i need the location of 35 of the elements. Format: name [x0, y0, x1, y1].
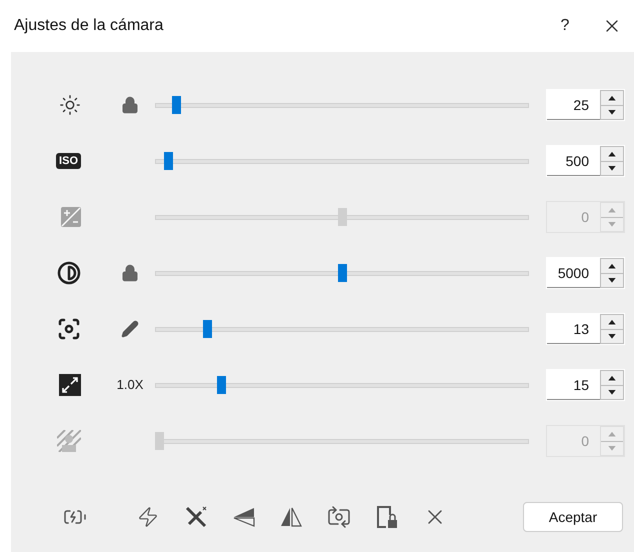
contrast-icon: [57, 261, 81, 285]
exposure-icon: [61, 207, 81, 227]
lock-icon[interactable]: [121, 264, 139, 282]
brightness-icon: [59, 94, 81, 116]
flip-vertical-icon[interactable]: [233, 507, 255, 527]
window-title: Ajustes de la cámara: [14, 16, 164, 36]
focus-icon: [57, 317, 81, 341]
slider-thumb[interactable]: [338, 264, 347, 282]
spin-buttons[interactable]: [600, 90, 624, 120]
value-spinbox[interactable]: 13: [546, 313, 625, 345]
device-lock-icon[interactable]: [376, 505, 398, 529]
slider-thumb[interactable]: [164, 152, 174, 170]
spin-buttons[interactable]: [600, 258, 624, 288]
accept-button[interactable]: Aceptar: [523, 502, 623, 532]
slider-thumb[interactable]: [172, 96, 181, 114]
value-spinbox[interactable]: 25: [546, 89, 625, 121]
pencil-icon[interactable]: [121, 320, 139, 338]
zoom-icon: [59, 374, 81, 396]
camera-rotate-icon[interactable]: [327, 505, 351, 529]
spin-buttons[interactable]: [600, 146, 624, 176]
help-button[interactable]: ?: [550, 14, 580, 38]
value-spinbox[interactable]: 5000: [546, 257, 625, 289]
slider-thumb[interactable]: [217, 376, 226, 394]
flash-icon[interactable]: [137, 506, 159, 528]
value-spinbox[interactable]: 500: [546, 145, 625, 177]
tools-icon[interactable]: [184, 505, 208, 529]
value-spinbox[interactable]: 15: [546, 369, 625, 401]
slider-thumb[interactable]: [203, 320, 212, 338]
backlight-icon: [57, 430, 81, 452]
zoom-factor: 1.0X: [116, 376, 144, 394]
spin-buttons[interactable]: [600, 370, 624, 400]
iso-icon: ISO: [56, 153, 81, 169]
spin-buttons[interactable]: [600, 314, 624, 344]
lock-icon[interactable]: [121, 96, 139, 114]
flip-horizontal-icon[interactable]: [280, 507, 302, 527]
